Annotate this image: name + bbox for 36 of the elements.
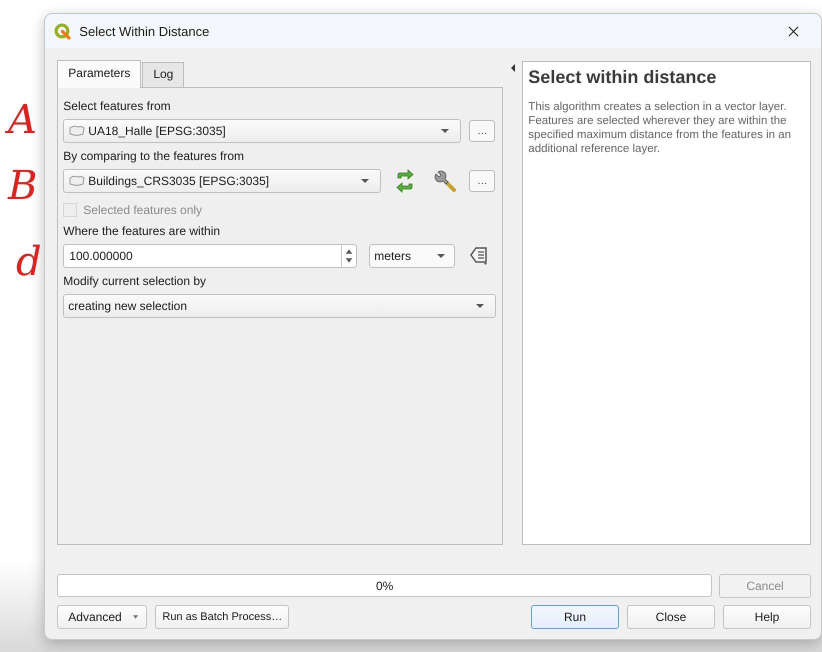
handwritten-letter: d [16,242,42,282]
dropdown[interactable]: creating new selection [63,294,496,318]
caret-icon [131,614,140,620]
close-icon[interactable] [788,26,799,36]
browse-button[interactable]: … [469,120,496,142]
dropdown[interactable]: Buildings_CRS3035 [EPSG:3035] [63,169,382,193]
dialog-button[interactable]: Close [627,605,715,629]
field-label: Select features from [63,98,172,114]
help-title: Select within distance [528,67,718,88]
progress-bar: 0% [57,574,712,597]
batch-process-button[interactable]: Run as Batch Process… [155,605,290,629]
polygon-layer-icon [68,125,86,137]
handwritten-letter: B [8,166,38,206]
unit-dropdown[interactable]: meters [369,244,456,268]
help-text: This algorithm creates a selection in a vector layer. Features are selected wherever they are within the specified maximum distance from the features in an additional reference layer. [528,100,792,156]
advanced-menu-button[interactable]: Advanced [57,605,148,629]
dropdown[interactable]: UA18_Halle [EPSG:3035] [63,119,462,143]
browse-button[interactable]: … [469,170,496,192]
app-logo-icon [54,22,72,40]
caret-icon [360,178,370,184]
wrench-icon[interactable] [433,169,458,193]
caret-icon [440,128,450,134]
window-title: Select Within Distance [79,24,210,38]
caret-icon [436,253,446,259]
checkbox-label: Selected features only [83,203,202,217]
dialog-button[interactable]: Run [531,605,619,629]
tab[interactable]: Log [142,62,184,87]
number-field[interactable]: 100.000000 [63,244,358,268]
field-label: Modify current selection by [63,273,208,289]
polygon-layer-icon [68,175,86,187]
field-label: Where the features are within [63,223,222,239]
field-label: By comparing to the features from [63,148,246,164]
dialog-button[interactable]: Help [723,605,811,629]
tab[interactable]: Parameters [57,60,142,88]
caret-icon [475,303,486,309]
collapse-arrow-icon[interactable] [510,63,516,73]
